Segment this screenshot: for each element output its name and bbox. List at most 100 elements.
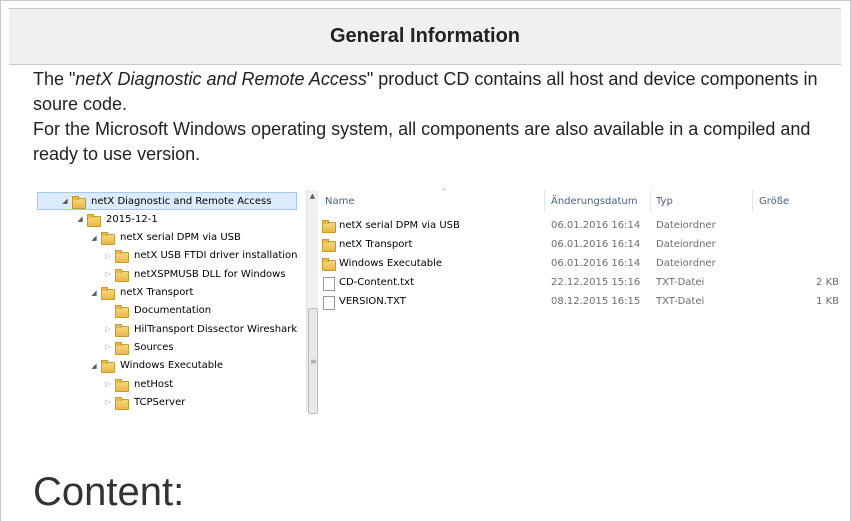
tree-item[interactable]: ◢ Windows Executable <box>33 357 223 375</box>
tree-item-label: 2015-12-1 <box>106 213 158 225</box>
folder-icon <box>322 239 336 252</box>
tree-item-label: TCPServer <box>134 396 186 408</box>
file-date: 06.01.2016 16:14 <box>551 258 641 269</box>
intro-paragraph-2: For the Microsoft Windows operating syst… <box>33 119 811 164</box>
collapse-arrow-icon[interactable]: ◢ <box>89 362 99 370</box>
column-type-label: Typ <box>656 195 673 207</box>
file-date: 06.01.2016 16:14 <box>551 220 641 231</box>
tree-item[interactable]: ◢ netX serial DPM via USB <box>33 229 241 247</box>
file-name: netX Transport <box>339 239 413 250</box>
content-heading: Content: <box>33 470 185 514</box>
expand-arrow-icon[interactable]: ▷ <box>103 270 113 278</box>
file-type: Dateiordner <box>656 220 716 231</box>
section-header: General Information <box>9 8 841 65</box>
expand-arrow-icon[interactable]: ▷ <box>103 343 113 351</box>
file-type: Dateiordner <box>656 258 716 269</box>
file-row[interactable]: Windows Executable 06.01.2016 16:14 Dateio… <box>319 254 847 273</box>
file-type: TXT-Datei <box>656 277 705 288</box>
file-row[interactable]: CD-Content.txt 22.12.2015 15:16 TXT-Datei 2… <box>319 273 847 292</box>
product-name: netX Diagnostic and Remote Access <box>75 69 367 89</box>
column-separator <box>650 190 651 212</box>
file-size: 2 KB <box>816 277 839 288</box>
file-date: 06.01.2016 16:14 <box>551 239 641 250</box>
folder-icon <box>115 305 129 319</box>
folder-icon <box>115 268 129 282</box>
file-date: 08.12.2015 16:15 <box>551 296 641 307</box>
tree-scrollbar[interactable]: ▲ ≡ <box>306 190 318 414</box>
folder-icon <box>101 232 115 246</box>
text-file-icon <box>323 296 335 310</box>
tree-item[interactable]: ▷ TCPServer <box>33 393 185 411</box>
tree-item-label: Documentation <box>134 305 212 317</box>
file-name: netX serial DPM via USB <box>339 220 460 231</box>
tree-item-label: netX Transport <box>120 287 194 298</box>
file-type: Dateiordner <box>656 239 716 250</box>
folder-icon <box>115 378 129 392</box>
intro-text: The "netX Diagnostic and Remote Access" … <box>33 67 833 167</box>
collapse-arrow-icon[interactable]: ◢ <box>75 215 85 223</box>
tree-item[interactable]: ▷ netXSPMUSB DLL for Windows <box>33 265 286 283</box>
column-separator <box>544 190 545 212</box>
tree-item-label: Windows Executable <box>120 360 224 372</box>
tree-item-label: Sources <box>134 341 174 353</box>
column-separator <box>752 190 753 212</box>
expand-arrow-icon[interactable]: ▷ <box>103 380 113 388</box>
section-title: General Information <box>329 25 521 47</box>
folder-icon <box>115 323 129 337</box>
folder-icon <box>72 195 86 209</box>
file-name: Windows Executable <box>339 258 443 269</box>
tree-item[interactable]: ◢ netX Transport <box>33 284 193 302</box>
file-size: 1 KB <box>816 296 839 307</box>
folder-icon <box>101 287 115 300</box>
tree-item-label: netX Diagnostic and Remote Access <box>91 195 272 207</box>
tree-item-label: netXSPMUSB DLL for Windows <box>134 268 286 280</box>
folder-icon <box>322 220 336 233</box>
expand-arrow-icon[interactable]: ▷ <box>103 325 113 333</box>
column-header-name[interactable]: Name <box>325 190 355 212</box>
file-date: 22.12.2015 15:16 <box>551 277 641 288</box>
sort-arrow-icon: ^ <box>441 188 447 196</box>
tree-item[interactable]: ▷ HilTransport Dissector Wireshark <box>33 320 297 338</box>
folder-icon <box>115 341 129 355</box>
file-name: CD-Content.txt <box>339 277 414 288</box>
text-file-icon <box>323 277 335 291</box>
collapse-arrow-icon[interactable]: ◢ <box>60 197 70 205</box>
file-row[interactable]: netX serial DPM via USB 06.01.2016 16:14 D… <box>319 216 847 235</box>
tree-item[interactable]: ▷ netHost <box>33 375 173 393</box>
scroll-up-icon[interactable]: ▲ <box>307 192 318 200</box>
explorer-screenshot: ◢ netX Diagnostic and Remote Access ◢ 2015-… <box>33 188 847 414</box>
intro-prefix: The " <box>33 69 76 89</box>
folder-icon <box>101 360 115 374</box>
folder-icon <box>115 250 129 264</box>
file-row[interactable]: netX Transport 06.01.2016 16:14 Dateiordne… <box>319 235 847 254</box>
tree-item-label: netX serial DPM via USB <box>120 232 241 244</box>
file-row[interactable]: VERSION.TXT 08.12.2015 16:15 TXT-Datei 1 KB <box>319 292 847 311</box>
collapse-arrow-icon[interactable]: ◢ <box>89 234 99 242</box>
tree-item[interactable]: ▷ netX USB FTDI driver installation <box>33 247 297 265</box>
grip-icon: ≡ <box>310 357 317 366</box>
intro-paragraph-1: The "netX Diagnostic and Remote Access" … <box>33 67 833 117</box>
folder-icon <box>115 396 129 410</box>
file-type: TXT-Datei <box>656 296 705 307</box>
folder-tree: ◢ netX Diagnostic and Remote Access ◢ 2015-… <box>33 190 305 412</box>
tree-item[interactable]: ◢ 2015-12-1 <box>33 210 158 228</box>
collapse-arrow-icon[interactable]: ◢ <box>89 289 99 297</box>
tree-item[interactable]: ▷ Sources <box>33 338 174 356</box>
column-size-label: Größe <box>759 195 790 207</box>
column-name-label: Name <box>325 195 355 207</box>
tree-item-label: netX USB FTDI driver installation <box>134 250 298 262</box>
column-header-size[interactable]: Größe <box>759 190 789 212</box>
expand-arrow-icon[interactable]: ▷ <box>103 398 113 406</box>
tree-item[interactable]: Documentation <box>33 302 211 320</box>
tree-item-label: netHost <box>134 378 174 390</box>
scroll-thumb[interactable]: ≡ <box>308 308 318 414</box>
tree-item[interactable]: ◢ netX Diagnostic and Remote Access <box>37 192 297 210</box>
folder-icon <box>322 258 336 271</box>
column-header-type[interactable]: Typ <box>656 190 673 212</box>
file-name: VERSION.TXT <box>339 296 406 307</box>
column-header-date[interactable]: Änderungsdatum <box>551 190 638 212</box>
folder-icon <box>87 213 101 227</box>
tree-item-label: HilTransport Dissector Wireshark <box>134 323 298 335</box>
expand-arrow-icon[interactable]: ▷ <box>103 252 113 260</box>
file-list: Name ^ Änderungsdatum Typ Größe netX ser… <box>319 188 847 412</box>
